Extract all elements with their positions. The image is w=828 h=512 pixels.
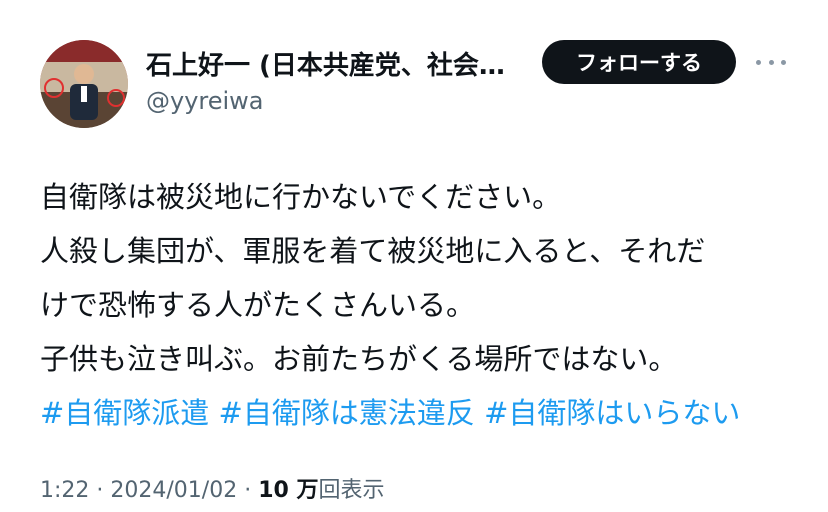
more-horizontal-icon[interactable] — [756, 52, 786, 72]
avatar[interactable] — [40, 40, 128, 128]
meta-separator: · — [89, 478, 111, 503]
hashtag-link[interactable]: #自衛隊はいらない — [484, 396, 740, 430]
tweet-line: 自衛隊は被災地に行かないでください。 — [40, 180, 562, 214]
post-date[interactable]: 2024/01/02 — [110, 478, 237, 503]
follow-button[interactable]: フォローする — [542, 40, 736, 84]
tweet-meta: 1:22 · 2024/01/02 · 10 万回表示 — [40, 472, 384, 504]
tweet-line: 子供も泣き叫ぶ。お前たちがくる場所ではない。 — [40, 342, 678, 376]
meta-separator: · — [237, 478, 259, 503]
hashtag-link[interactable]: #自衛隊は憲法違反 — [219, 396, 475, 430]
views-label: 回表示 — [318, 478, 385, 503]
user-handle[interactable]: @yyreiwa — [146, 87, 264, 115]
tweet-line: 人殺し集団が、軍服を着て被災地に入ると、それだ — [40, 234, 706, 268]
views-count: 10 万 — [258, 478, 319, 503]
dot — [756, 59, 761, 65]
dot — [781, 59, 786, 65]
hashtag-link[interactable]: #自衛隊派遣 — [40, 396, 209, 430]
dot — [768, 59, 774, 65]
tweet-text: 自衛隊は被災地に行かないでください。 人殺し集団が、軍服を着て被災地に入ると、そ… — [40, 170, 800, 440]
tweet-line: けで恐怖する人がたくさんいる。 — [40, 288, 476, 322]
display-name[interactable]: 石上好一 (日本共産党、社会… — [146, 45, 505, 82]
hashtag-row: #自衛隊派遣 #自衛隊は憲法違反 #自衛隊はいらない — [40, 386, 800, 440]
post-time[interactable]: 1:22 — [40, 478, 89, 503]
